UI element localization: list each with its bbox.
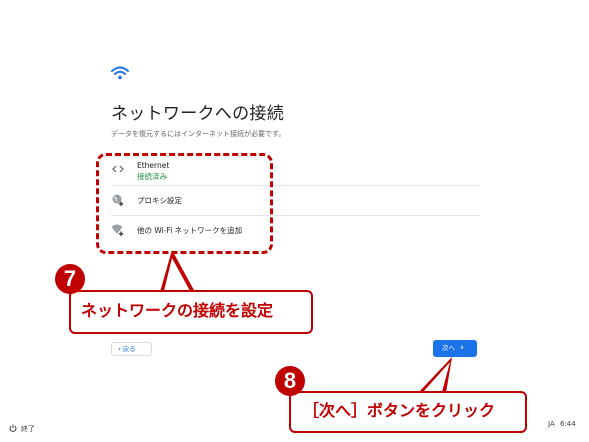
language-indicator: JA <box>548 420 555 428</box>
shutdown-label: 終了 <box>21 425 35 433</box>
clock: 6:44 <box>559 420 576 428</box>
back-button-label: 戻る <box>122 345 136 353</box>
chevron-right-icon: › <box>460 343 464 353</box>
next-button[interactable]: 次へ › <box>433 340 477 357</box>
step-badge-7: 7 <box>55 264 85 294</box>
step-badge-8: 8 <box>275 366 305 396</box>
callout-click-next: ［次へ］ボタンをクリック <box>289 391 527 433</box>
chevron-left-icon: ‹ <box>118 345 121 353</box>
shutdown-button[interactable]: 終了 <box>9 424 35 434</box>
back-button[interactable]: ‹ 戻る <box>111 342 152 356</box>
next-button-label: 次へ <box>442 344 455 352</box>
power-icon <box>9 424 17 432</box>
status-area[interactable]: JA 6:44 <box>548 420 576 428</box>
callout-network-setup: ネットワークの接続を設定 <box>69 290 313 334</box>
